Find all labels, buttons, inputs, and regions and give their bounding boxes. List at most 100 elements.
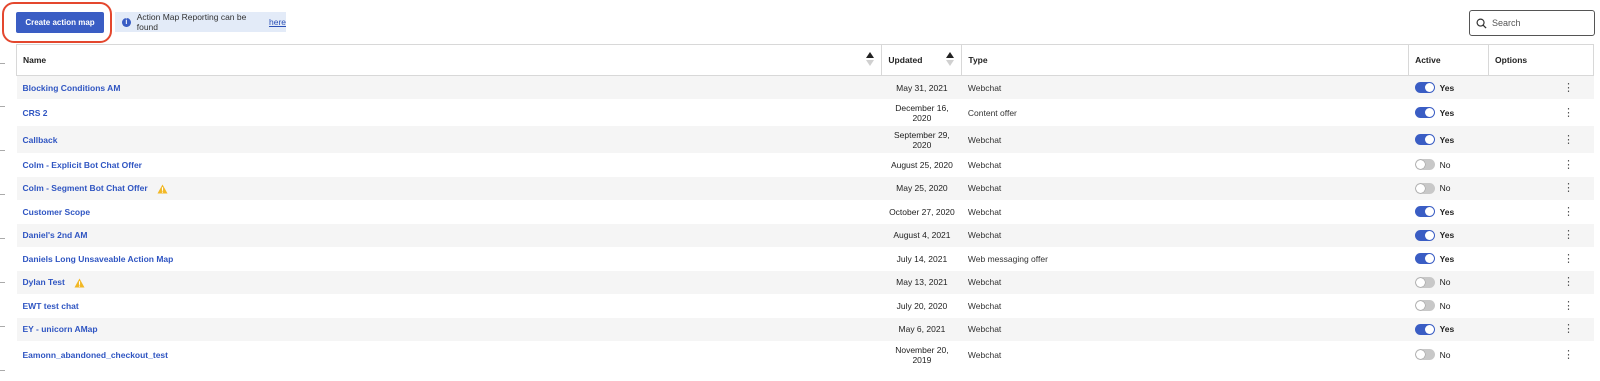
action-map-link[interactable]: Dylan Test <box>23 277 65 287</box>
table-row[interactable]: Daniel's 2nd AM August 4, 2021 Webchat Y… <box>16 223 1594 247</box>
kebab-menu-icon[interactable]: ⋮ <box>1563 206 1574 217</box>
reporting-link[interactable]: here <box>269 17 286 27</box>
action-map-link[interactable]: EWT test chat <box>23 301 79 311</box>
action-maps-table: Name Updated Type Active Options Blockin… <box>15 44 1594 368</box>
toggle-track[interactable] <box>1414 134 1435 146</box>
toggle-label: Yes <box>1439 134 1455 145</box>
toggle-track[interactable] <box>1414 107 1435 119</box>
toggle-track[interactable] <box>1414 229 1435 241</box>
action-map-link[interactable]: Eamonn_abandoned_checkout_test <box>23 350 168 360</box>
action-map-link[interactable]: Colm - Explicit Bot Chat Offer <box>23 160 142 170</box>
table-header-row: Name Updated Type Active Options <box>15 44 1594 76</box>
action-map-link[interactable]: EY - unicorn AMap <box>23 324 98 334</box>
table-row[interactable]: Colm - Explicit Bot Chat Offer August 25… <box>17 153 1594 177</box>
active-toggle[interactable]: Yes <box>1414 107 1454 119</box>
action-map-link[interactable]: Colm - Segment Bot Chat Offer <box>23 183 148 193</box>
updated-cell: May 31, 2021 <box>881 75 962 99</box>
toggle-label: No <box>1439 183 1451 194</box>
table-row[interactable]: Dylan Test May 13, 2021 Webchat No ⋮ <box>16 270 1594 294</box>
action-map-link[interactable]: Daniel's 2nd AM <box>23 230 88 240</box>
toggle-track[interactable] <box>1414 253 1435 265</box>
options-cell: ⋮ <box>1488 223 1594 247</box>
updated-date: July 14, 2021 <box>896 253 948 264</box>
options-cell: ⋮ <box>1488 126 1594 153</box>
column-header-updated[interactable]: Updated <box>881 44 963 76</box>
kebab-menu-icon[interactable]: ⋮ <box>1563 183 1574 194</box>
toggle-track[interactable] <box>1414 159 1435 171</box>
options-cell: ⋮ <box>1488 317 1594 341</box>
active-toggle[interactable]: Yes <box>1414 323 1455 335</box>
active-toggle[interactable]: Yes <box>1414 82 1454 94</box>
active-toggle[interactable]: Yes <box>1414 206 1455 218</box>
action-map-link[interactable]: Callback <box>23 135 58 145</box>
kebab-menu-icon[interactable]: ⋮ <box>1563 159 1574 170</box>
action-map-link[interactable]: Blocking Conditions AM <box>23 83 121 93</box>
column-header-name[interactable]: Name <box>15 44 883 76</box>
table-row[interactable]: EWT test chat July 20, 2020 Webchat No ⋮ <box>17 294 1594 318</box>
name-cell: Callback <box>16 126 882 153</box>
name-cell: Colm - Segment Bot Chat Offer <box>16 176 882 200</box>
name-cell: CRS 2 <box>17 99 882 126</box>
toggle-label: No <box>1439 159 1451 170</box>
left-edge-markers <box>0 44 6 381</box>
table-row[interactable]: Eamonn_abandoned_checkout_test November … <box>17 341 1594 368</box>
kebab-menu-icon[interactable]: ⋮ <box>1563 253 1574 264</box>
table-row[interactable]: EY - unicorn AMap May 6, 2021 Webchat Ye… <box>16 317 1594 341</box>
search-box[interactable] <box>1469 10 1595 36</box>
table-row[interactable]: Customer Scope October 27, 2020 Webchat … <box>17 200 1594 224</box>
action-map-link[interactable]: CRS 2 <box>23 108 48 118</box>
active-toggle[interactable]: No <box>1414 349 1450 361</box>
kebab-menu-icon[interactable]: ⋮ <box>1563 324 1574 335</box>
updated-date: August 4, 2021 <box>893 230 951 241</box>
table-row[interactable]: Daniels Long Unsaveable Action Map July … <box>17 247 1594 271</box>
toggle-track[interactable] <box>1414 276 1435 288</box>
active-cell: Yes <box>1409 247 1489 271</box>
search-icon <box>1476 18 1487 29</box>
toggle-label: Yes <box>1439 324 1455 335</box>
active-toggle[interactable]: Yes <box>1414 253 1454 265</box>
kebab-menu-icon[interactable]: ⋮ <box>1563 134 1574 145</box>
table-row[interactable]: Colm - Segment Bot Chat Offer May 25, 20… <box>16 176 1594 200</box>
sort-icon[interactable] <box>866 52 875 68</box>
table-row[interactable]: Blocking Conditions AM May 31, 2021 Webc… <box>16 75 1594 99</box>
column-type-label: Type <box>968 55 988 65</box>
type-cell: Web messaging offer <box>967 253 1048 264</box>
type-cell: Webchat <box>967 349 1002 360</box>
active-toggle[interactable]: No <box>1414 159 1451 171</box>
warning-icon <box>74 278 85 288</box>
active-cell: Yes <box>1409 200 1489 224</box>
create-action-map-button[interactable]: Create action map <box>16 12 104 33</box>
search-input[interactable] <box>1492 18 1592 28</box>
toggle-track[interactable] <box>1414 206 1435 218</box>
type-cell: Webchat <box>967 159 1002 170</box>
active-toggle[interactable]: No <box>1414 276 1451 288</box>
kebab-menu-icon[interactable]: ⋮ <box>1563 277 1574 288</box>
kebab-menu-icon[interactable]: ⋮ <box>1563 300 1574 311</box>
toggle-track[interactable] <box>1414 323 1435 335</box>
toggle-track[interactable] <box>1414 82 1435 94</box>
toggle-track[interactable] <box>1414 349 1435 361</box>
kebab-menu-icon[interactable]: ⋮ <box>1563 82 1574 93</box>
name-cell: EWT test chat <box>17 294 882 318</box>
sort-icon[interactable] <box>946 52 955 68</box>
toggle-label: Yes <box>1439 206 1455 217</box>
active-toggle[interactable]: Yes <box>1414 134 1455 146</box>
table-row[interactable]: CRS 2 December 16, 2020 Content offer Yes… <box>17 99 1594 126</box>
toggle-label: No <box>1439 277 1451 288</box>
action-map-link[interactable]: Daniels Long Unsaveable Action Map <box>23 254 174 264</box>
table-row[interactable]: Callback September 29, 2020 Webchat Yes ⋮ <box>16 126 1594 153</box>
active-toggle[interactable]: No <box>1414 300 1450 312</box>
type-cell: Webchat <box>961 317 1409 341</box>
updated-cell: November 20, 2019 <box>882 341 962 368</box>
active-toggle[interactable]: No <box>1414 182 1451 194</box>
active-toggle[interactable]: Yes <box>1414 229 1454 241</box>
active-cell: No <box>1408 270 1489 294</box>
type-cell: Webchat <box>967 300 1002 311</box>
action-map-link[interactable]: Customer Scope <box>23 207 91 217</box>
toggle-track[interactable] <box>1414 182 1435 194</box>
toggle-track[interactable] <box>1414 300 1435 312</box>
kebab-menu-icon[interactable]: ⋮ <box>1563 349 1574 360</box>
kebab-menu-icon[interactable]: ⋮ <box>1563 107 1574 118</box>
options-cell: ⋮ <box>1489 341 1594 368</box>
kebab-menu-icon[interactable]: ⋮ <box>1563 230 1574 241</box>
